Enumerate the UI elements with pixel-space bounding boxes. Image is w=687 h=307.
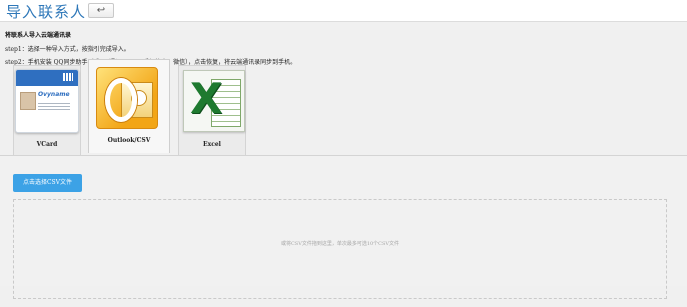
step1-text: step1：选择一种导入方式，按指引完成导入。 [5,46,130,53]
back-button[interactable]: ↩ [88,3,114,18]
outlook-icon [96,67,158,129]
drop-hint: 或将CSV文件拖到这里，单次最多可选10个CSV文件 [280,241,400,247]
upload-area: 点击选择CSV文件 或将CSV文件拖到这里，单次最多可选10个CSV文件 [0,155,687,299]
tab-outlook-csv-label: Outlook/CSV [107,137,151,144]
page-title: 导入联系人 [6,3,87,21]
tab-excel-label: Excel [203,141,221,148]
excel-icon: X [183,70,245,132]
section-title: 将联系人导入云端通讯录 [5,32,72,39]
select-csv-button[interactable]: 点击选择CSV文件 [13,174,82,192]
vcard-icon: Ovyname [15,69,79,133]
tab-vcard-label: VCard [36,141,58,148]
tab-excel[interactable]: X Excel [178,65,246,157]
tab-outlook-csv[interactable]: Outlook/CSV [88,59,170,153]
header-bar: 导入联系人 ↩ [0,0,687,21]
tab-vcard[interactable]: Ovyname VCard [13,65,81,157]
csv-drop-zone[interactable]: 或将CSV文件拖到这里，单次最多可选10个CSV文件 [13,199,667,299]
